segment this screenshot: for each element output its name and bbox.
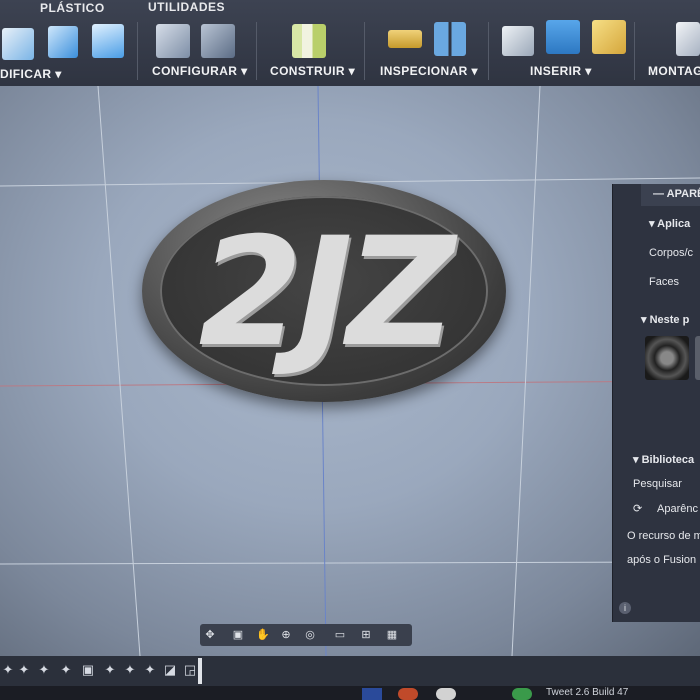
os-taskbar: Tweet 2.6 Build 47 <box>0 686 700 700</box>
group-construir[interactable]: CONSTRUIR ▾ <box>270 64 355 78</box>
section-in-design[interactable]: ▾ Neste p <box>641 313 689 326</box>
ribbon-separator <box>364 22 365 80</box>
appearance-swatch[interactable] <box>695 336 700 380</box>
timeline-feature-icon[interactable]: ✦ <box>142 662 158 678</box>
panel-note-line1: O recurso de m <box>627 530 700 542</box>
group-modificar[interactable]: DIFICAR ▾ <box>0 67 62 81</box>
appearance-library[interactable]: Aparênc <box>657 503 698 515</box>
offset-plane-icon[interactable] <box>292 24 326 58</box>
shell-icon[interactable] <box>2 28 34 60</box>
ribbon-separator <box>634 22 635 80</box>
group-configurar[interactable]: CONFIGURAR ▾ <box>152 64 248 78</box>
appearance-panel: — APARÊ ▾ Aplica Corpos/c Faces ▾ Neste … <box>612 184 700 622</box>
configure-table-icon[interactable] <box>156 24 190 58</box>
timeline-feature-icon[interactable]: ✦ <box>0 662 16 678</box>
measure-icon[interactable] <box>388 30 422 48</box>
section-apply[interactable]: ▾ Aplica <box>649 217 690 230</box>
insert-derive-icon[interactable] <box>502 26 534 56</box>
taskbar-app-icon[interactable] <box>512 688 532 700</box>
search-library[interactable]: Pesquisar <box>633 478 682 490</box>
view-cube-icon[interactable]: ◎ <box>304 629 316 641</box>
bodies-option[interactable]: Corpos/c <box>649 247 693 259</box>
pan-icon[interactable]: ▣ <box>232 629 244 641</box>
press-pull-icon[interactable] <box>92 24 124 58</box>
appearance-swatch[interactable] <box>645 336 689 380</box>
timeline-feature-icon[interactable]: ✦ <box>58 662 74 678</box>
toolbar-ribbon: PLÁSTICO UTILIDADES DIFICAR ▾ CONFIGURAR… <box>0 0 700 87</box>
timeline-feature-icon[interactable]: ▣ <box>80 662 96 678</box>
ribbon-separator <box>137 22 138 80</box>
emblem-lettering: 2JZ <box>198 206 456 380</box>
taskbar-window-title[interactable]: Tweet 2.6 Build 47 <box>546 687 628 698</box>
timeline-feature-icon[interactable]: ◲ <box>182 662 198 678</box>
timeline-bar: ✦ ✦ ✦ ✦ ▣ ✦ ✦ ✦ ◪ ◲ <box>0 656 700 686</box>
emblem-body[interactable]: 2JZ <box>142 180 506 402</box>
tab-utilidades[interactable]: UTILIDADES <box>148 0 225 14</box>
configure-grid-icon[interactable] <box>201 24 235 58</box>
section-library[interactable]: ▾ Biblioteca <box>633 453 694 466</box>
timeline-feature-icon[interactable]: ✦ <box>122 662 138 678</box>
timeline-feature-icon[interactable]: ✦ <box>36 662 52 678</box>
panel-title: — APARÊ <box>653 188 700 200</box>
ribbon-separator <box>256 22 257 80</box>
hand-icon[interactable]: ✋ <box>256 629 270 641</box>
timeline-feature-icon[interactable]: ◪ <box>162 662 178 678</box>
insert-mesh-icon[interactable] <box>592 20 626 54</box>
grid-icon[interactable]: ⊞ <box>360 629 372 641</box>
display-icon[interactable]: ▭ <box>334 629 346 641</box>
timeline-feature-icon[interactable]: ✦ <box>102 662 118 678</box>
fusion-window: PLÁSTICO UTILIDADES DIFICAR ▾ CONFIGURAR… <box>0 0 700 700</box>
orbit-icon[interactable]: ✥ <box>204 629 216 641</box>
info-icon[interactable]: i <box>619 602 631 614</box>
emblem-face[interactable]: 2JZ <box>160 196 488 386</box>
zoom-icon[interactable]: ⊕ <box>280 629 292 641</box>
fillet-icon[interactable] <box>48 26 78 58</box>
faces-option[interactable]: Faces <box>649 276 679 288</box>
section-analysis-icon[interactable] <box>434 22 466 56</box>
refresh-icon[interactable]: ⟳ <box>633 502 642 515</box>
ribbon-separator <box>488 22 489 80</box>
panel-note-line2: após o Fusion <box>627 554 697 566</box>
insert-canvas-icon[interactable] <box>546 20 580 54</box>
timeline-marker[interactable] <box>198 658 202 684</box>
tab-plastico[interactable]: PLÁSTICO <box>40 1 105 15</box>
group-inspecionar[interactable]: INSPECIONAR ▾ <box>380 64 478 78</box>
viewports-icon[interactable]: ▦ <box>386 629 398 641</box>
new-component-icon[interactable] <box>676 22 700 56</box>
taskbar-app-icon[interactable] <box>362 688 382 700</box>
timeline-feature-icon[interactable]: ✦ <box>16 662 32 678</box>
taskbar-app-icon[interactable] <box>398 688 418 700</box>
navigation-bar: ✥ ▣ ✋ ⊕ ◎ ▭ ⊞ ▦ <box>200 624 412 646</box>
group-inserir[interactable]: INSERIR ▾ <box>530 64 592 78</box>
group-montagem[interactable]: MONTAG <box>648 64 700 78</box>
taskbar-app-icon[interactable] <box>436 688 456 700</box>
